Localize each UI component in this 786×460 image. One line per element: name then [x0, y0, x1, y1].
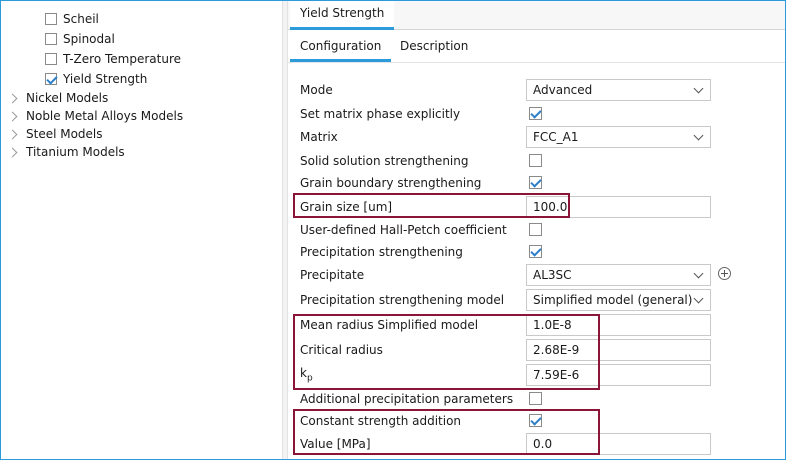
- highlight-precipitation-params: [293, 314, 600, 390]
- plus-circle-icon[interactable]: [718, 267, 731, 280]
- precip-model-select[interactable]: Simplified model (general): [526, 289, 711, 311]
- matrix-value: FCC_A1: [533, 130, 579, 144]
- solid-solution-checkbox[interactable]: [529, 154, 542, 167]
- tab-configuration[interactable]: Configuration: [290, 37, 392, 62]
- precipitate-value: AL3SC: [533, 268, 572, 282]
- tab-yield-strength[interactable]: Yield Strength: [290, 1, 395, 30]
- highlight-grain-size: [293, 193, 570, 218]
- tree-item-label: T-Zero Temperature: [63, 52, 182, 66]
- tree-item-label: Scheil: [63, 12, 99, 26]
- matrix-label: Matrix: [300, 130, 338, 144]
- tree-group-steel[interactable]: Steel Models: [7, 124, 103, 144]
- checkbox[interactable]: [45, 13, 57, 25]
- editor-tabbar: Yield Strength: [288, 1, 785, 30]
- precip-model-label: Precipitation strengthening model: [300, 293, 505, 307]
- hall-petch-label: User-defined Hall-Petch coefficient: [300, 223, 507, 237]
- checkbox[interactable]: [45, 33, 57, 45]
- additional-params-checkbox[interactable]: [529, 392, 542, 405]
- chevron-right-icon[interactable]: [7, 129, 18, 139]
- model-tree: Scheil Spinodal T-Zero Temperature Yield…: [1, 1, 281, 459]
- chevron-down-icon: [693, 293, 704, 304]
- chevron-right-icon[interactable]: [7, 147, 18, 157]
- checkbox-checked[interactable]: [45, 73, 57, 85]
- solid-solution-label: Solid solution strengthening: [300, 154, 469, 168]
- tree-item-scheil[interactable]: Scheil: [45, 9, 99, 29]
- chevron-down-icon: [693, 268, 704, 279]
- precipitate-label: Precipitate: [300, 268, 365, 282]
- chevron-down-icon: [693, 83, 704, 94]
- chevron-down-icon: [693, 130, 704, 141]
- precipitate-select[interactable]: AL3SC: [526, 264, 711, 286]
- highlight-constant-strength: [293, 409, 600, 455]
- grain-boundary-label: Grain boundary strengthening: [300, 176, 482, 190]
- mode-value: Advanced: [533, 83, 593, 97]
- tree-item-t-zero[interactable]: T-Zero Temperature: [45, 49, 181, 69]
- grain-boundary-checkbox[interactable]: [529, 176, 542, 189]
- tree-item-yield-strength[interactable]: Yield Strength: [45, 69, 147, 89]
- set-matrix-checkbox[interactable]: [529, 107, 542, 120]
- tree-group-label: Nickel Models: [26, 91, 109, 105]
- additional-params-label: Additional precipitation parameters: [300, 392, 514, 406]
- properties-panel: Yield Strength Configuration Description…: [288, 1, 785, 459]
- mode-select[interactable]: Advanced: [526, 79, 711, 101]
- tree-item-label: Spinodal: [63, 32, 115, 46]
- tree-group-noble-metal[interactable]: Noble Metal Alloys Models: [7, 106, 184, 126]
- precipitation-checkbox[interactable]: [529, 245, 542, 258]
- hall-petch-checkbox[interactable]: [529, 223, 542, 236]
- tree-group-label: Noble Metal Alloys Models: [26, 109, 184, 123]
- sub-tabbar: Configuration Description: [288, 29, 785, 63]
- tree-group-titanium[interactable]: Titanium Models: [7, 142, 125, 162]
- tab-description[interactable]: Description: [398, 37, 470, 59]
- checkbox[interactable]: [45, 53, 57, 65]
- tree-group-label: Steel Models: [26, 127, 103, 141]
- precip-model-value: Simplified model (general): [533, 293, 693, 307]
- mode-label: Mode: [300, 83, 333, 97]
- precipitation-label: Precipitation strengthening: [300, 245, 463, 259]
- tree-item-label: Yield Strength: [63, 72, 148, 86]
- tree-item-spinodal[interactable]: Spinodal: [45, 29, 115, 49]
- set-matrix-label: Set matrix phase explicitly: [300, 107, 461, 121]
- window-frame: Scheil Spinodal T-Zero Temperature Yield…: [0, 0, 786, 460]
- matrix-select[interactable]: FCC_A1: [526, 126, 711, 148]
- chevron-right-icon[interactable]: [7, 93, 18, 103]
- tree-group-label: Titanium Models: [26, 145, 125, 159]
- chevron-right-icon[interactable]: [7, 111, 18, 121]
- tree-group-nickel[interactable]: Nickel Models: [7, 88, 109, 108]
